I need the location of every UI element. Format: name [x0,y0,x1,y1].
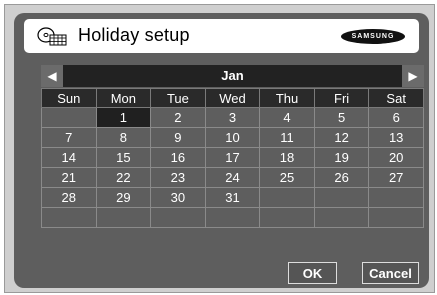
title-bar: Holiday setup SAMSUNG [24,19,419,53]
calendar-day-cell[interactable] [204,207,261,228]
calendar-day-cell[interactable]: 1 [95,107,152,128]
calendar-week-row: 14 15 16 17 18 19 20 [41,147,424,168]
calendar-grid: Sun Mon Tue Wed Thu Fri Sat 1 2 3 4 5 6 7 8 9 10 11 12 13 1… [41,88,424,228]
calendar-day-cell[interactable] [313,207,370,228]
calendar-day-cell[interactable]: 27 [368,167,424,188]
ok-button[interactable]: OK [288,262,337,284]
calendar-day-cell[interactable]: 5 [313,107,370,128]
calendar-day-cell[interactable] [95,207,152,228]
calendar-day-cell[interactable]: 15 [95,147,152,168]
calendar-day-cell[interactable]: 19 [313,147,370,168]
calendar-disc-icon [37,27,67,46]
weekday-header: Thu [259,88,315,108]
calendar-day-cell[interactable]: 4 [259,107,315,128]
calendar-day-cell[interactable] [368,187,424,208]
next-month-arrow-icon[interactable]: ▶ [402,65,424,87]
weekday-header: Fri [313,88,370,108]
calendar-day-cell[interactable] [313,187,370,208]
calendar-day-cell[interactable]: 31 [204,187,261,208]
weekday-header: Wed [204,88,261,108]
dialog-title: Holiday setup [78,25,190,45]
weekday-header-row: Sun Mon Tue Wed Thu Fri Sat [41,88,424,108]
calendar-day-cell[interactable]: 21 [41,167,97,188]
calendar-week-row: 21 22 23 24 25 26 27 [41,167,424,188]
weekday-header: Tue [150,88,206,108]
calendar-day-cell[interactable] [150,207,206,228]
calendar-day-cell[interactable]: 20 [368,147,424,168]
calendar-day-cell[interactable]: 30 [150,187,206,208]
calendar-day-cell[interactable]: 2 [150,107,206,128]
calendar-day-cell[interactable]: 22 [95,167,152,188]
calendar-day-cell[interactable] [41,107,97,128]
weekday-header: Mon [95,88,152,108]
calendar-day-cell[interactable] [259,207,315,228]
calendar-day-cell[interactable]: 17 [204,147,261,168]
month-label: Jan [221,68,244,83]
calendar-day-cell[interactable]: 13 [368,127,424,148]
month-selector: ◀ Jan ▶ [41,65,424,87]
calendar-day-cell[interactable]: 14 [41,147,97,168]
calendar-day-cell[interactable]: 18 [259,147,315,168]
calendar-day-cell[interactable]: 8 [95,127,152,148]
calendar-day-cell[interactable]: 28 [41,187,97,208]
calendar-day-cell[interactable]: 11 [259,127,315,148]
calendar-day-cell[interactable]: 25 [259,167,315,188]
calendar-day-cell[interactable]: 3 [204,107,261,128]
calendar-day-cell[interactable]: 29 [95,187,152,208]
weekday-header: Sat [368,88,424,108]
calendar-day-cell[interactable]: 23 [150,167,206,188]
calendar-week-row: 28 29 30 31 [41,187,424,208]
calendar-day-cell[interactable]: 26 [313,167,370,188]
calendar-day-cell[interactable]: 6 [368,107,424,128]
cancel-button[interactable]: Cancel [362,262,419,284]
tv-screen: Holiday setup SAMSUNG ◀ Jan ▶ Sun Mon Tue W… [4,4,435,293]
calendar-day-cell[interactable]: 7 [41,127,97,148]
samsung-logo: SAMSUNG [341,29,405,44]
calendar-day-cell[interactable] [41,207,97,228]
calendar-week-row: 123456 [41,107,424,128]
calendar-day-cell[interactable]: 10 [204,127,261,148]
calendar-day-cell[interactable]: 9 [150,127,206,148]
calendar-day-cell[interactable] [368,207,424,228]
calendar-day-cell[interactable] [259,187,315,208]
calendar-week-row: 7 8 9 10 11 12 13 [41,127,424,148]
calendar-day-cell[interactable]: 24 [204,167,261,188]
calendar-day-cell[interactable]: 12 [313,127,370,148]
calendar-day-cell[interactable]: 16 [150,147,206,168]
weekday-header: Sun [41,88,97,108]
calendar-week-row [41,207,424,228]
